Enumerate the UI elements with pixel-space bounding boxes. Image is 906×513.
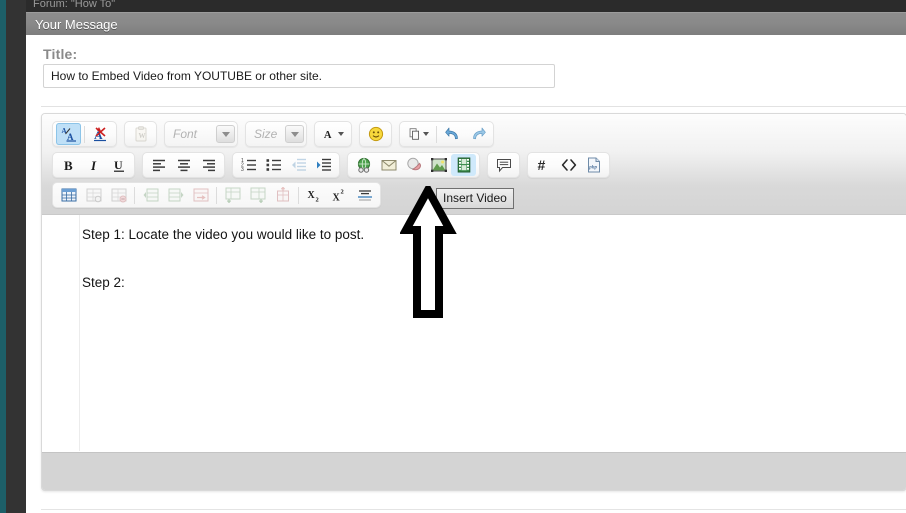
outdent-icon[interactable]: [286, 154, 311, 176]
svg-text:#: #: [537, 157, 545, 173]
toolbar-group-quote: [487, 152, 520, 178]
align-center-icon[interactable]: [171, 154, 196, 176]
insert-link-icon[interactable]: [351, 154, 376, 176]
align-left-icon[interactable]: [146, 154, 171, 176]
svg-text:X: X: [332, 193, 340, 204]
breadcrumb: Forum: "How To": [33, 0, 116, 10]
indent-icon[interactable]: [311, 154, 336, 176]
title-input[interactable]: [43, 64, 555, 88]
table-properties-icon[interactable]: [81, 184, 106, 206]
delete-table-icon[interactable]: [106, 184, 131, 206]
svg-text:2: 2: [315, 197, 318, 204]
toolbar-group-align: [142, 152, 225, 178]
merge-cells-icon[interactable]: [188, 184, 213, 206]
svg-text:B: B: [64, 158, 73, 173]
spellcheck-off-icon[interactable]: A: [88, 123, 113, 145]
toolbar-group-paste: W: [124, 121, 157, 147]
chevron-down-icon[interactable]: [337, 132, 344, 136]
row-below-icon[interactable]: [220, 184, 245, 206]
chevron-down-icon[interactable]: [285, 125, 304, 143]
svg-text:W: W: [138, 132, 145, 140]
text-color-icon[interactable]: A: [318, 123, 348, 145]
annotation-arrow-icon: [399, 181, 466, 320]
redo-icon[interactable]: [465, 123, 490, 145]
toolbar-group-spellcheck: A A A: [52, 121, 117, 147]
svg-text:I: I: [90, 158, 97, 173]
insert-video-icon[interactable]: [451, 154, 476, 176]
svg-text:php: php: [588, 166, 597, 171]
subscript-icon[interactable]: X 2: [302, 184, 327, 206]
column-right-icon[interactable]: [245, 184, 270, 206]
smiley-icon[interactable]: [363, 123, 388, 145]
toolbar-row-1: A A A W Font Size A: [52, 120, 906, 148]
page-title: Your Message: [35, 17, 118, 32]
font-size-select[interactable]: Size: [245, 121, 307, 147]
body-line-1: Step 1: Locate the video you would like …: [82, 227, 365, 242]
editor-gutter: [42, 215, 80, 451]
toolbar-group-textcolor: A: [314, 121, 352, 147]
code-icon[interactable]: [556, 154, 581, 176]
body-line-3: Step 2:: [82, 275, 125, 290]
toolbar-separator: [134, 186, 135, 204]
toolbar-separator: [84, 125, 85, 143]
body-line-2: [82, 247, 906, 271]
page-body: Title: A A: [26, 35, 906, 513]
svg-text:U: U: [114, 158, 123, 172]
align-right-icon[interactable]: [196, 154, 221, 176]
breadcrumb-bar: Forum: "How To": [26, 0, 906, 12]
message-body-editor[interactable]: Step 1: Locate the video you would like …: [42, 215, 906, 451]
chevron-down-icon[interactable]: [422, 132, 429, 136]
unordered-list-icon[interactable]: [261, 154, 286, 176]
delete-row-icon[interactable]: [270, 184, 295, 206]
panel-header: Your Message: [26, 12, 906, 35]
toolbar-group-style: B I U: [52, 152, 135, 178]
superscript-icon[interactable]: X 2: [327, 184, 352, 206]
toolbar-separator: [216, 186, 217, 204]
title-label: Title:: [43, 46, 78, 62]
attachment-icon[interactable]: [403, 123, 433, 145]
svg-text:X: X: [307, 190, 315, 201]
horizontal-rule-icon[interactable]: [352, 184, 377, 206]
paste-from-word-icon[interactable]: W: [128, 123, 153, 145]
font-family-label: Font: [173, 127, 198, 141]
editor-statusbar: [42, 452, 906, 490]
php-icon[interactable]: php: [581, 154, 606, 176]
insert-table-icon[interactable]: [56, 184, 81, 206]
toolbar-separator: [436, 125, 437, 143]
chevron-down-icon[interactable]: [216, 125, 235, 143]
insert-column-icon[interactable]: [163, 184, 188, 206]
toolbar-row-2: B I U 1 2 3 # php: [52, 151, 906, 179]
toolbar-group-smiley: [359, 121, 392, 147]
bold-icon[interactable]: B: [56, 154, 81, 176]
insert-email-icon[interactable]: [376, 154, 401, 176]
toolbar-group-code: # php: [527, 152, 610, 178]
quote-icon[interactable]: [491, 154, 516, 176]
toolbar-group-attach-history: [399, 121, 494, 147]
svg-text:A: A: [323, 130, 331, 141]
sidebar-dark-column: [6, 0, 26, 513]
toolbar-group-media: [347, 152, 480, 178]
divider-bottom: [41, 509, 906, 510]
divider-top: [41, 106, 906, 107]
toolbar-group-lists: 1 2 3: [232, 152, 340, 178]
insert-image-icon[interactable]: [426, 154, 451, 176]
spellcheck-icon[interactable]: A A: [56, 123, 81, 145]
insert-row-icon[interactable]: [138, 184, 163, 206]
font-family-select[interactable]: Font: [164, 121, 238, 147]
svg-text:3: 3: [241, 167, 244, 173]
remove-link-icon[interactable]: [401, 154, 426, 176]
font-size-label: Size: [254, 127, 278, 141]
svg-text:2: 2: [340, 189, 343, 196]
undo-icon[interactable]: [440, 123, 465, 145]
ordered-list-icon[interactable]: 1 2 3: [236, 154, 261, 176]
hash-icon[interactable]: #: [531, 154, 556, 176]
underline-icon[interactable]: U: [106, 154, 131, 176]
rich-text-editor: A A A W Font Size A B I U 1 2 3 # php X …: [41, 113, 906, 491]
toolbar-group-table: X 2 X 2: [52, 182, 381, 208]
toolbar-separator: [298, 186, 299, 204]
italic-icon[interactable]: I: [81, 154, 106, 176]
